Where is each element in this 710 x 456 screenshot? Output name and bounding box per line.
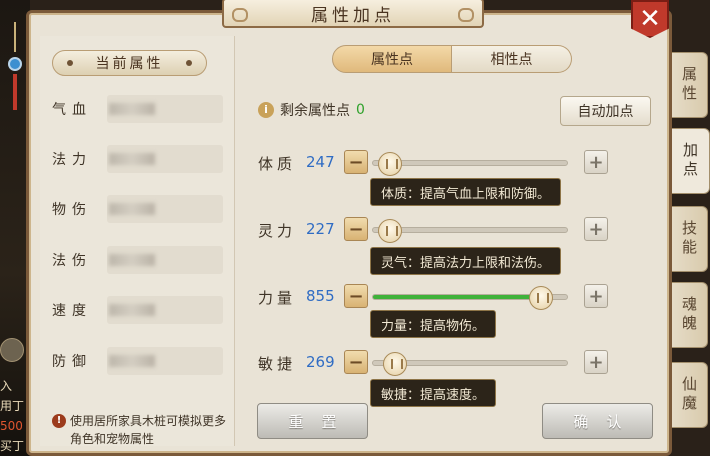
stat-label: 防御 bbox=[52, 354, 92, 370]
decrease-button[interactable]: − bbox=[344, 150, 368, 174]
stat-row-defense: 防御 bbox=[52, 346, 227, 376]
hanging-ornament-icon bbox=[8, 22, 22, 110]
stat-value-blurred bbox=[107, 145, 223, 173]
furniture-tip-text: 使用居所家具木桩可模拟更多角色和宠物属性 bbox=[70, 414, 227, 446]
slider-fill bbox=[373, 295, 541, 299]
increase-button[interactable]: + bbox=[584, 217, 608, 241]
attribute-slider[interactable] bbox=[372, 219, 568, 243]
attribute-value: 855 bbox=[306, 287, 335, 305]
current-attributes-title: 当前属性 bbox=[95, 56, 164, 72]
stat-row-phys-dmg: 物伤 bbox=[52, 194, 227, 224]
increase-button[interactable]: + bbox=[584, 350, 608, 374]
furniture-tip: ! 使用居所家具木桩可模拟更多角色和宠物属性 bbox=[52, 412, 232, 448]
confirm-button[interactable]: 确认 bbox=[542, 403, 653, 439]
header-dot-icon bbox=[67, 60, 73, 66]
attribute-tooltip: 体质：提高气血上限和防御。 bbox=[370, 178, 562, 206]
side-tab-add-points[interactable]: 加点 bbox=[672, 128, 710, 194]
attribute-name: 灵力 bbox=[258, 222, 297, 240]
tab-affinity-points[interactable]: 相性点 bbox=[452, 45, 572, 73]
window-title: 属性加点 bbox=[222, 0, 484, 28]
slider-handle[interactable] bbox=[378, 152, 402, 176]
attribute-slider[interactable] bbox=[372, 152, 568, 176]
header-dot-icon bbox=[186, 60, 192, 66]
attribute-name: 敏捷 bbox=[258, 355, 297, 373]
stat-label: 法力 bbox=[52, 152, 92, 168]
stat-label: 物伤 bbox=[52, 202, 92, 218]
decrease-button[interactable]: − bbox=[344, 284, 368, 308]
stat-row-hp: 气血 bbox=[52, 94, 227, 124]
stat-value-blurred bbox=[107, 195, 223, 223]
side-tab-soul[interactable]: 魂魄 bbox=[672, 282, 708, 348]
stat-row-magic-dmg: 法伤 bbox=[52, 245, 227, 275]
stat-value-blurred bbox=[107, 95, 223, 123]
increase-button[interactable]: + bbox=[584, 150, 608, 174]
stat-value-blurred bbox=[107, 347, 223, 375]
stat-value-blurred bbox=[107, 296, 223, 324]
background-text-3: 500 bbox=[0, 419, 23, 433]
current-attributes-header: 当前属性 bbox=[52, 50, 207, 76]
tab-attribute-points[interactable]: 属性点 bbox=[332, 45, 452, 73]
info-icon[interactable]: i bbox=[258, 102, 274, 118]
remaining-points-label: 剩余属性点 bbox=[280, 103, 350, 119]
increase-button[interactable]: + bbox=[584, 284, 608, 308]
remaining-points-value: 0 bbox=[356, 102, 365, 118]
attribute-row-constitution: 体质 247 − + bbox=[258, 150, 618, 176]
current-attributes-panel: 当前属性 气血 法力 物伤 法伤 速度 防御 ! 使用居所家具木桩可模拟更多角色… bbox=[40, 36, 235, 446]
point-type-tabs: 属性点 相性点 bbox=[332, 45, 572, 73]
chat-bubble-icon[interactable] bbox=[0, 338, 24, 362]
attribute-tooltip: 灵气：提高法力上限和法伤。 bbox=[370, 247, 562, 275]
attribute-row-spirit: 灵力 227 − + bbox=[258, 217, 618, 243]
attribute-slider[interactable] bbox=[372, 286, 568, 310]
stat-label: 气血 bbox=[52, 102, 92, 118]
stat-row-mp: 法力 bbox=[52, 144, 227, 174]
slider-handle[interactable] bbox=[529, 286, 553, 310]
side-tab-skills[interactable]: 技能 bbox=[672, 206, 708, 272]
decrease-button[interactable]: − bbox=[344, 217, 368, 241]
attribute-name: 体质 bbox=[258, 155, 297, 173]
stat-label: 法伤 bbox=[52, 253, 92, 269]
background-text-1: 入 bbox=[0, 379, 13, 393]
attribute-tooltip: 力量：提高物伤。 bbox=[370, 310, 497, 338]
attribute-tooltip: 敏捷：提高速度。 bbox=[370, 379, 497, 407]
attribute-value: 247 bbox=[306, 153, 335, 171]
slider-handle[interactable] bbox=[378, 219, 402, 243]
attribute-slider[interactable] bbox=[372, 352, 568, 376]
stat-value-blurred bbox=[107, 246, 223, 274]
remaining-points: i 剩余属性点 0 bbox=[258, 100, 365, 120]
attribute-row-strength: 力量 855 − + bbox=[258, 284, 618, 310]
attribute-row-agility: 敏捷 269 − + bbox=[258, 350, 618, 376]
slider-handle[interactable] bbox=[383, 352, 407, 376]
attribute-value: 227 bbox=[306, 220, 335, 238]
attribute-name: 力量 bbox=[258, 289, 297, 307]
reset-button[interactable]: 重置 bbox=[257, 403, 368, 439]
auto-allocate-button[interactable]: 自动加点 bbox=[560, 96, 651, 126]
stat-label: 速度 bbox=[52, 303, 92, 319]
warning-icon: ! bbox=[52, 414, 66, 428]
side-tab-attributes[interactable]: 属性 bbox=[672, 52, 708, 118]
decrease-button[interactable]: − bbox=[344, 350, 368, 374]
side-tab-immortal-demon[interactable]: 仙魔 bbox=[672, 362, 708, 428]
background-text-4: 买丁 bbox=[0, 439, 25, 453]
stat-row-speed: 速度 bbox=[52, 295, 227, 325]
attribute-value: 269 bbox=[306, 353, 335, 371]
background-text-2: 用丁 bbox=[0, 399, 25, 413]
